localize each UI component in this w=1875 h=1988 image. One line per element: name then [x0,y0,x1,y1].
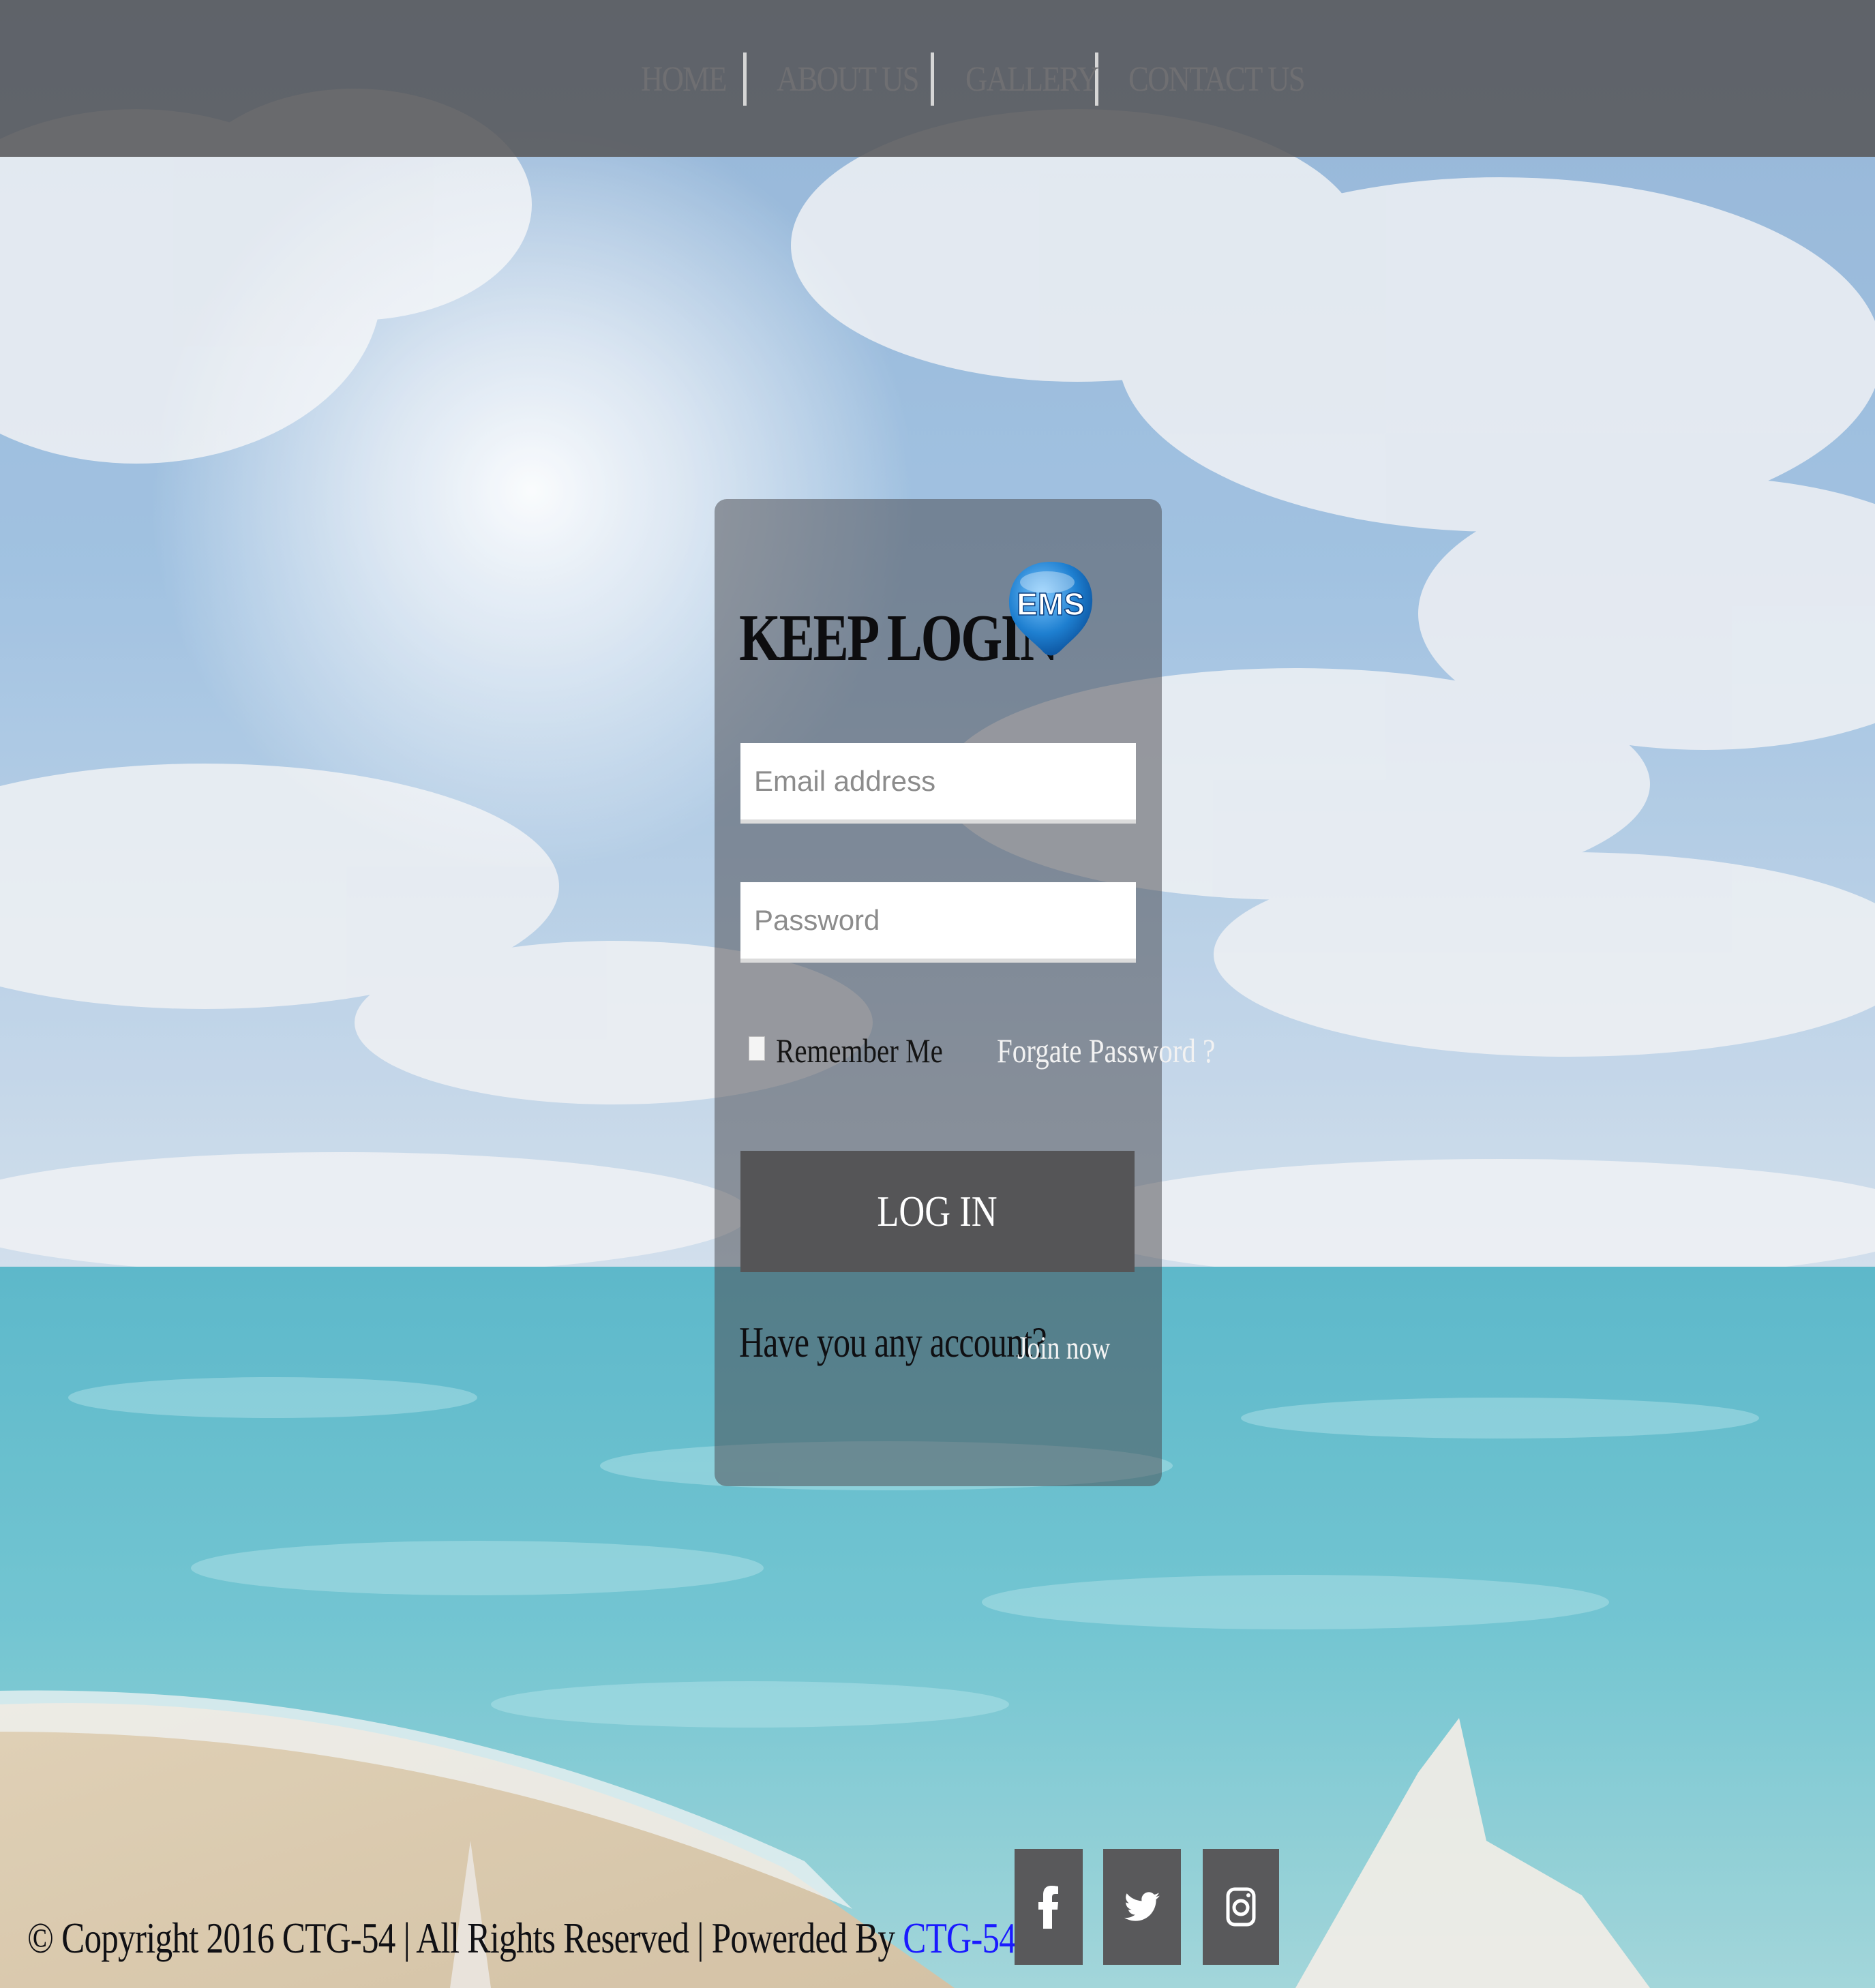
instagram-icon [1226,1887,1256,1927]
powered-by-link[interactable]: CTG-54 [903,1914,1017,1962]
nav-divider [931,52,934,106]
ems-logo-icon: EMS [1009,562,1093,656]
svg-text:EMS: EMS [1017,586,1085,622]
remember-row: Remember Me Forgate Password ? [749,1031,1215,1079]
twitter-button[interactable] [1103,1849,1181,1965]
nav-menu: HOME ABOUT US GALLERY CONTACT US [641,52,1306,106]
login-card: KEEP LOGIN EMS Remember Me Forgate Passw… [715,499,1215,1486]
nav-gallery-link[interactable]: GALLERY [965,59,1099,100]
twitter-icon [1124,1892,1160,1921]
footer-copyright: © Copyright 2016 CTG-54 | All Rights Res… [27,1913,1017,1963]
login-button[interactable]: LOG IN [740,1151,1135,1272]
signup-row: Have you any account? Join now [739,1317,1133,1368]
nav-divider [743,52,747,106]
top-navbar: HOME ABOUT US GALLERY CONTACT US [0,0,1875,157]
remember-me-checkbox[interactable] [749,1036,765,1061]
signup-prompt: Have you any account? [739,1318,1047,1366]
forgot-password-link[interactable]: Forgate Password ? [997,1031,1215,1070]
facebook-button[interactable] [1015,1849,1083,1965]
instagram-button[interactable] [1203,1849,1279,1965]
copyright-text: © Copyright 2016 CTG-54 | All Rights Res… [27,1914,895,1962]
nav-home-link[interactable]: HOME [641,59,728,100]
join-now-link[interactable]: Join now [1017,1329,1110,1367]
remember-me-label[interactable]: Remember Me [776,1031,943,1070]
login-button-label: LOG IN [877,1187,998,1235]
email-field[interactable] [740,743,1136,824]
nav-contact-link[interactable]: CONTACT US [1128,59,1306,100]
password-field[interactable] [740,882,1136,963]
facebook-icon [1038,1886,1058,1929]
nav-about-link[interactable]: ABOUT US [777,59,920,100]
